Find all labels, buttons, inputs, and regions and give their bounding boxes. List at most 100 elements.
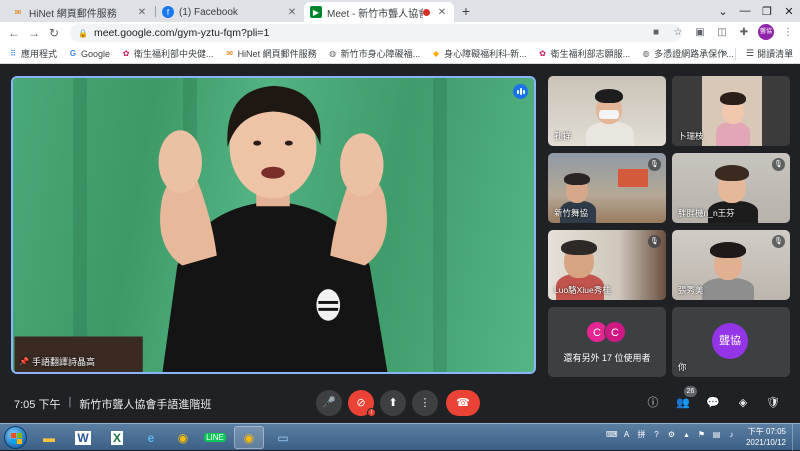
extensions-puzzle-icon[interactable]: ✚ xyxy=(736,27,752,38)
close-window-icon[interactable]: ✕ xyxy=(778,5,800,18)
present-screen-button[interactable]: ⬆ xyxy=(380,390,406,416)
meet-icon: ▶ xyxy=(310,6,322,18)
address-bar[interactable]: 🔒 meet.google.com/gym-yztu-fqm?pli=1 xyxy=(70,24,682,42)
main-speaker-tile[interactable]: 📌 手語翻譯詩晶高 xyxy=(11,76,536,374)
minimize-icon[interactable]: — xyxy=(734,5,756,17)
new-tab-button[interactable]: + xyxy=(458,3,474,19)
start-button[interactable] xyxy=(4,426,27,449)
camera-in-use-icon[interactable]: ■ xyxy=(648,27,664,38)
show-desktop-button[interactable] xyxy=(792,424,800,451)
reading-list-button[interactable]: ☰ 閱讀清單 xyxy=(746,47,793,60)
help-icon[interactable]: ? xyxy=(651,429,662,440)
line-icon: LINE xyxy=(204,433,226,442)
close-icon[interactable]: ✕ xyxy=(136,7,148,18)
taskbar-excel[interactable]: X xyxy=(102,426,132,449)
bookmark-label: 衛生福利部志願服... xyxy=(550,49,631,59)
chat-icon[interactable]: 💬 xyxy=(705,395,721,411)
microphone-button[interactable]: 🎤 xyxy=(316,390,342,416)
warning-badge-icon: ! xyxy=(367,408,376,417)
volume-icon[interactable]: ♪ xyxy=(726,429,737,440)
chrome-menu-icon[interactable]: ⋮ xyxy=(780,27,796,38)
bookmark-volunteer[interactable]: ✿ 衛生福利部志願服... xyxy=(538,47,631,60)
system-clock[interactable]: 下午 07:05 2021/10/12 xyxy=(746,426,786,448)
tab-search-icon[interactable]: ⌄ xyxy=(712,5,734,18)
bookmark-label: 衛生福利部中央健... xyxy=(134,49,214,59)
people-icon[interactable]: 👥 xyxy=(675,395,691,411)
taskbar-word[interactable]: W xyxy=(68,426,98,449)
participant-tile[interactable]: 🎙 張秀美 xyxy=(672,230,790,300)
facebook-icon: f xyxy=(162,6,174,18)
bookmark-google[interactable]: G Google xyxy=(68,49,110,59)
taskbar-chrome[interactable]: ◉ xyxy=(168,426,198,449)
taskbar-ie[interactable]: e xyxy=(136,426,166,449)
host-controls-icon[interactable]: 🛡 xyxy=(765,395,781,411)
activities-icon[interactable]: ◈ xyxy=(735,395,751,411)
participant-tile[interactable]: 🎙 新竹舞協 xyxy=(548,153,666,223)
pin-icon[interactable]: 📌 xyxy=(19,357,29,366)
speaker-video xyxy=(14,85,388,372)
tab-hinet-mail[interactable]: ✉ HiNet 網頁郵件服務 ✕ xyxy=(6,2,154,22)
ime-icon[interactable]: 拼 xyxy=(636,429,647,440)
mail-icon: ✉ xyxy=(226,49,233,58)
participant-tile[interactable]: 孔祥 xyxy=(548,76,666,146)
back-icon[interactable]: ← xyxy=(4,23,24,43)
participant-name: 孔祥 xyxy=(554,131,572,141)
lock-icon[interactable]: 🔒 xyxy=(78,29,88,38)
tab-meet[interactable]: ▶ Meet - 新竹市聾人協會手語 ✕ xyxy=(304,2,454,22)
participant-name: 新竹舞協 xyxy=(554,208,589,218)
bookmark-nhi[interactable]: ✿ 衛生福利部中央健... xyxy=(121,47,214,60)
participant-tile[interactable]: 🎙 Luo駱Xiue秀桂 xyxy=(548,230,666,300)
maximize-icon[interactable]: ❐ xyxy=(756,5,778,18)
taskbar-explorer[interactable]: ▬ xyxy=(34,426,64,449)
taskbar-chrome-open[interactable]: ◉ xyxy=(234,426,264,449)
taskbar-line[interactable]: LINE xyxy=(200,426,230,449)
camera-button[interactable]: ⊘ ! xyxy=(348,390,376,417)
bookmarks-divider xyxy=(735,48,736,60)
more-participants-tile[interactable]: C C 還有另外 17 位使用者 xyxy=(548,307,666,377)
network-icon[interactable]: ▤ xyxy=(711,429,722,440)
close-icon[interactable]: ✕ xyxy=(436,7,448,18)
bookmark-star-icon[interactable]: ☆ xyxy=(670,27,686,38)
chrome-icon: ◉ xyxy=(177,430,189,445)
forward-icon[interactable]: → xyxy=(24,23,44,43)
bookmark-hinet[interactable]: ✉ HiNet 網頁郵件服務 xyxy=(225,47,316,60)
reload-icon[interactable]: ↻ xyxy=(44,23,64,43)
bookmark-hsinchu-welfare[interactable]: ◍ 新竹市身心障礙福... xyxy=(328,47,420,60)
clock-time: 下午 07:05 xyxy=(747,427,786,436)
show-hidden-icons-icon[interactable]: ▴ xyxy=(681,429,692,440)
bookmark-label: Google xyxy=(81,48,111,59)
muted-mic-icon: 🎙 xyxy=(772,158,785,171)
bookmark-insurance[interactable]: ◍ 多憑證網路承保作... xyxy=(641,47,734,60)
globe-icon: ◍ xyxy=(329,49,337,58)
more-options-button[interactable]: ⋮ xyxy=(412,390,438,416)
participant-tile[interactable]: 卜瑞枝 xyxy=(672,76,790,146)
bookmark-apps[interactable]: ⠿ 應用程式 xyxy=(8,47,57,60)
close-icon[interactable]: ✕ xyxy=(286,7,298,18)
participant-name: 你 xyxy=(678,362,687,372)
settings-icon[interactable]: ⚙ xyxy=(666,429,677,440)
bookmark-disability-section[interactable]: ◆ 身心障礙福利科-新... xyxy=(431,47,527,60)
system-tray: ⌨ A 拼 ? ⚙ ▴ ⚑ ▤ ♪ xyxy=(606,429,737,440)
profile-avatar[interactable]: 聾協 xyxy=(758,24,774,40)
muted-mic-icon: 🎙 xyxy=(648,158,661,171)
taskbar-photos[interactable]: ▭ xyxy=(268,426,298,449)
tab-facebook[interactable]: f (1) Facebook ✕ xyxy=(156,2,304,22)
extension-shield-icon[interactable]: ▣ xyxy=(692,27,708,38)
participant-name: 張秀美 xyxy=(678,285,704,295)
reading-list-icon: ☰ xyxy=(746,48,755,58)
input-method-icon[interactable]: A xyxy=(621,429,632,440)
url-text: meet.google.com/gym-yztu-fqm?pli=1 xyxy=(93,27,270,39)
extension-icon[interactable]: ◫ xyxy=(714,27,730,38)
browser-tab-strip: ✉ HiNet 網頁郵件服務 ✕ f (1) Facebook ✕ ▶ Meet… xyxy=(0,0,800,22)
keyboard-icon[interactable]: ⌨ xyxy=(606,429,618,440)
flag-icon[interactable]: ⚑ xyxy=(696,429,707,440)
bookmarks-bar: ⠿ 應用程式 G Google ✿ 衛生福利部中央健... ✉ HiNet 網頁… xyxy=(0,44,800,64)
bookmarks-overflow-button[interactable]: » xyxy=(722,48,728,59)
speaking-indicator-icon xyxy=(513,84,528,99)
folder-icon: ◆ xyxy=(433,49,440,58)
participant-tile[interactable]: 🎙 胖胖機n_n王芬 xyxy=(672,153,790,223)
self-tile[interactable]: 聾協 你 xyxy=(672,307,790,377)
meeting-details-icon[interactable]: ⓘ xyxy=(645,395,661,411)
leave-call-button[interactable]: ☎ xyxy=(446,390,480,416)
ministry-icon: ✿ xyxy=(539,49,546,58)
